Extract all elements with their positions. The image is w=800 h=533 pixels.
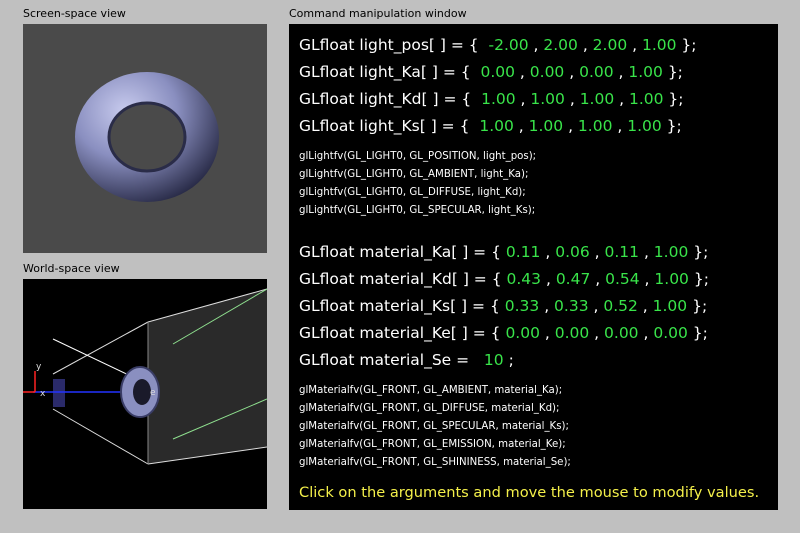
- material-ka-value-1[interactable]: 0.06: [555, 243, 590, 261]
- command-window-label: Command manipulation window: [289, 7, 467, 20]
- light-pos-value-1[interactable]: 2.00: [543, 36, 578, 54]
- material-ks-line: GLfloat material_Ks[ ] = { 0.33 , 0.33 ,…: [299, 297, 708, 315]
- material-ke-value-1[interactable]: 0.00: [555, 324, 590, 342]
- material-call-0: glMaterialfv(GL_FRONT, GL_AMBIENT, mater…: [299, 385, 563, 396]
- material-ka-value-3[interactable]: 1.00: [654, 243, 689, 261]
- material-ka-value-0[interactable]: 0.11: [506, 243, 541, 261]
- material-ke-value-0[interactable]: 0.00: [505, 324, 540, 342]
- material-call-1: glMaterialfv(GL_FRONT, GL_DIFFUSE, mater…: [299, 403, 560, 414]
- material-call-2: glMaterialfv(GL_FRONT, GL_SPECULAR, mate…: [299, 421, 569, 432]
- light-ks-value-0[interactable]: 1.00: [479, 117, 514, 135]
- material-kd-line: GLfloat material_Kd[ ] = { 0.43 , 0.47 ,…: [299, 270, 709, 288]
- light-call-0: glLightfv(GL_LIGHT0, GL_POSITION, light_…: [299, 151, 537, 162]
- material-ke-value-3[interactable]: 0.00: [653, 324, 688, 342]
- world-scene: y x e: [23, 288, 267, 465]
- world-torus-hole: [133, 379, 151, 405]
- world-space-view[interactable]: y x e: [23, 279, 267, 509]
- light-ks-value-1[interactable]: 1.00: [529, 117, 564, 135]
- axis-x-label: x: [40, 389, 46, 399]
- light-call-2: glLightfv(GL_LIGHT0, GL_DIFFUSE, light_K…: [299, 187, 526, 198]
- light-ka-line: GLfloat light_Ka[ ] = { 0.00 , 0.00 , 0.…: [299, 63, 683, 81]
- material-ks-value-0[interactable]: 0.33: [505, 297, 540, 315]
- light-pos-value-0[interactable]: -2.00: [488, 36, 528, 54]
- screen-space-view[interactable]: [23, 24, 267, 253]
- light-ks-line: GLfloat light_Ks[ ] = { 1.00 , 1.00 , 1.…: [299, 117, 682, 135]
- eye-label: e: [150, 388, 156, 398]
- torus-render: [75, 72, 219, 202]
- light-ks-value-2[interactable]: 1.00: [578, 117, 613, 135]
- world-view-label: World-space view: [23, 262, 120, 275]
- light-pos-value-3[interactable]: 1.00: [642, 36, 677, 54]
- material-se-line: GLfloat material_Se = 10 ;: [299, 351, 514, 369]
- material-kd-value-2[interactable]: 0.54: [605, 270, 640, 288]
- light-kd-line: GLfloat light_Kd[ ] = { 1.00 , 1.00 , 1.…: [299, 90, 684, 108]
- light-ks-value-3[interactable]: 1.00: [627, 117, 662, 135]
- light-call-1: glLightfv(GL_LIGHT0, GL_AMBIENT, light_K…: [299, 169, 529, 180]
- material-call-3: glMaterialfv(GL_FRONT, GL_EMISSION, mate…: [299, 439, 566, 450]
- instruction-hint: Click on the arguments and move the mous…: [299, 484, 760, 501]
- light-kd-value-0[interactable]: 1.00: [481, 90, 516, 108]
- material-ks-value-1[interactable]: 0.33: [554, 297, 589, 315]
- material-kd-value-3[interactable]: 1.00: [654, 270, 689, 288]
- light-ka-value-2[interactable]: 0.00: [579, 63, 614, 81]
- material-ks-value-2[interactable]: 0.52: [603, 297, 638, 315]
- material-ke-line: GLfloat material_Ke[ ] = { 0.00 , 0.00 ,…: [299, 324, 708, 342]
- material-ke-value-2[interactable]: 0.00: [604, 324, 639, 342]
- screen-view-label: Screen-space view: [23, 7, 126, 20]
- frustum-far-plane: [148, 289, 267, 464]
- command-window: GLfloat light_pos[ ] = { -2.00 , 2.00 , …: [289, 24, 778, 510]
- material-ka-line: GLfloat material_Ka[ ] = { 0.11 , 0.06 ,…: [299, 243, 709, 261]
- material-se-value[interactable]: 10: [484, 351, 504, 369]
- light-pos-line: GLfloat light_pos[ ] = { -2.00 , 2.00 , …: [299, 36, 697, 54]
- axis-y-label: y: [36, 362, 42, 372]
- material-kd-value-1[interactable]: 0.47: [556, 270, 591, 288]
- light-ka-value-1[interactable]: 0.00: [530, 63, 565, 81]
- light-call-3: glLightfv(GL_LIGHT0, GL_SPECULAR, light_…: [299, 205, 536, 216]
- near-plane: [53, 379, 65, 407]
- material-call-4: glMaterialfv(GL_FRONT, GL_SHININESS, mat…: [299, 457, 571, 468]
- material-kd-value-0[interactable]: 0.43: [507, 270, 542, 288]
- light-pos-value-2[interactable]: 2.00: [593, 36, 628, 54]
- light-kd-value-3[interactable]: 1.00: [629, 90, 664, 108]
- light-ka-value-3[interactable]: 1.00: [628, 63, 663, 81]
- material-ka-value-2[interactable]: 0.11: [605, 243, 640, 261]
- light-ka-value-0[interactable]: 0.00: [480, 63, 515, 81]
- light-kd-value-2[interactable]: 1.00: [580, 90, 615, 108]
- light-kd-value-1[interactable]: 1.00: [530, 90, 565, 108]
- material-ks-value-3[interactable]: 1.00: [653, 297, 688, 315]
- torus-hole: [107, 101, 187, 173]
